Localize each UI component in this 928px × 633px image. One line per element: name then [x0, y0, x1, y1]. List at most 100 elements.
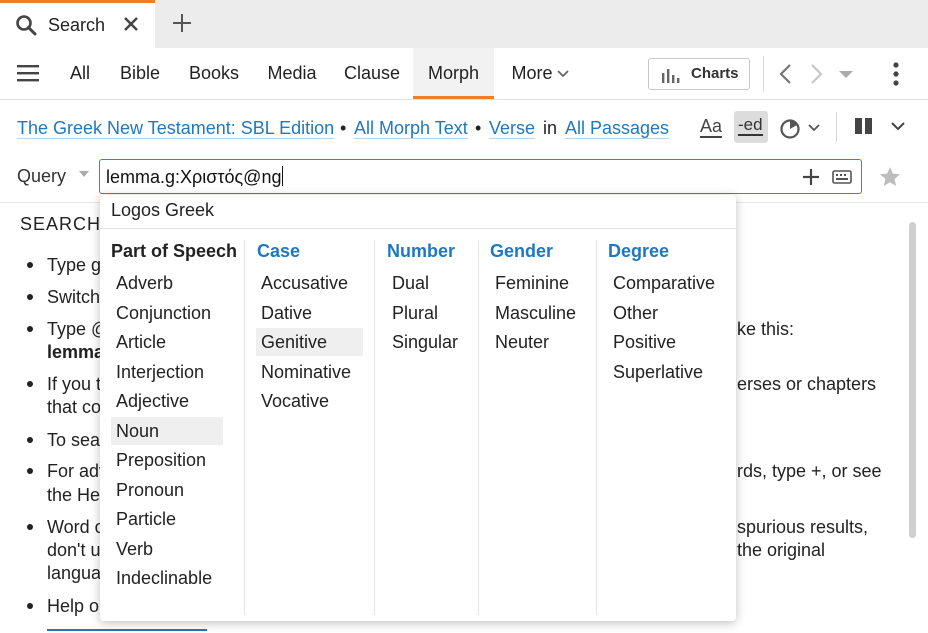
bullet [27, 468, 33, 474]
morph-option-indeclinable[interactable]: Indeclinable [111, 564, 223, 592]
tab-all[interactable]: All [58, 48, 102, 99]
search-icon [16, 15, 37, 36]
chevron-down-icon[interactable] [891, 122, 905, 131]
morph-option-pronoun[interactable]: Pronoun [111, 476, 223, 504]
morph-option-article[interactable]: Article [111, 328, 223, 356]
keyboard-icon[interactable] [832, 169, 852, 185]
match-forms-toggle[interactable]: -ed [734, 111, 768, 143]
bullet-separator: • [340, 118, 347, 138]
morph-option-singular[interactable]: Singular [387, 328, 467, 356]
column-heading: Degree [608, 241, 670, 261]
query-label: Query [17, 166, 67, 186]
search-options-icon[interactable] [778, 116, 802, 140]
charts-button[interactable]: Charts [648, 58, 750, 90]
popup-title: Logos Greek [111, 200, 215, 220]
search-nav-bar: All Bible Books Media Clause Morph More … [0, 48, 928, 100]
morph-option-comparative[interactable]: Comparative [608, 269, 728, 297]
help-line: rds, type +, or see [737, 461, 882, 481]
query-type-dropdown-icon[interactable] [78, 170, 90, 178]
morph-option-interjection[interactable]: Interjection [111, 358, 223, 386]
column-divider [478, 240, 479, 615]
morph-option-conjunction[interactable]: Conjunction [111, 299, 223, 327]
help-line: If you t [47, 374, 102, 394]
bullet [27, 437, 33, 443]
tab-bible[interactable]: Bible [110, 48, 170, 99]
charts-button-label: Charts [691, 65, 739, 82]
morph-option-superlative[interactable]: Superlative [608, 358, 728, 386]
bullet [27, 262, 33, 268]
morph-option-accusative[interactable]: Accusative [256, 269, 363, 297]
morph-option-positive[interactable]: Positive [608, 328, 728, 356]
chevron-down-icon[interactable] [808, 124, 820, 132]
scrollbar-thumb[interactable] [909, 222, 916, 538]
help-line: To sea [47, 430, 101, 450]
help-line: lemma [47, 342, 105, 362]
help-line: langua [47, 563, 102, 583]
morph-option-vocative[interactable]: Vocative [256, 387, 363, 415]
morph-option-genitive[interactable]: Genitive [256, 328, 363, 356]
column-divider [374, 240, 375, 615]
resource-link[interactable]: The Greek New Testament: SBL Edition [17, 118, 335, 139]
morph-option-feminine[interactable]: Feminine [490, 269, 586, 297]
morph-option-dative[interactable]: Dative [256, 299, 363, 327]
help-line: Word o [47, 517, 105, 537]
morph-option-adverb[interactable]: Adverb [111, 269, 223, 297]
help-line: Switch [47, 287, 101, 307]
unit-link[interactable]: Verse [489, 118, 536, 139]
column-heading: Gender [490, 241, 554, 261]
text-link[interactable]: All Morph Text [354, 118, 468, 139]
bullet-separator: • [475, 118, 482, 138]
match-case-icon[interactable]: Aa [700, 116, 723, 138]
range-link[interactable]: All Passages [565, 118, 670, 139]
divider [100, 228, 736, 229]
add-term-plus-icon[interactable] [801, 167, 821, 187]
tab-media[interactable]: Media [258, 48, 326, 99]
tab-books[interactable]: Books [180, 48, 248, 99]
bullet [27, 326, 33, 332]
more-options-icon[interactable] [886, 61, 906, 87]
divider [763, 56, 764, 92]
bar-chart-icon [662, 69, 680, 83]
help-link-fragment[interactable] [47, 629, 207, 631]
morph-option-verb[interactable]: Verb [111, 535, 223, 563]
divider [836, 112, 837, 142]
tab-morph[interactable]: Morph [413, 48, 494, 99]
forward-arrow-icon[interactable] [804, 62, 828, 86]
new-tab-plus-icon[interactable] [170, 11, 194, 35]
morph-option-other[interactable]: Other [608, 299, 728, 327]
morph-option-noun[interactable]: Noun [111, 416, 223, 445]
column-heading: Part of Speech [111, 241, 238, 261]
help-line: erses or chapters [737, 374, 877, 394]
history-dropdown-icon[interactable] [834, 62, 858, 86]
tab-clause[interactable]: Clause [336, 48, 408, 99]
morph-option-plural[interactable]: Plural [387, 299, 467, 327]
column-heading: Number [387, 241, 456, 261]
morph-option-preposition[interactable]: Preposition [111, 446, 223, 474]
bullet [27, 524, 33, 530]
help-line: ke this: [737, 319, 795, 339]
morph-option-adjective[interactable]: Adjective [111, 387, 223, 415]
query-input[interactable]: lemma.g:Χριστός@ng [99, 159, 862, 194]
morph-option-masculine[interactable]: Masculine [490, 299, 586, 327]
column-divider [244, 240, 245, 615]
morph-option-nominative[interactable]: Nominative [256, 358, 363, 386]
help-heading: SEARCH [20, 214, 102, 234]
morph-autocomplete-popup: Logos Greek Part of Speech Adverb Conjunct… [100, 195, 736, 621]
help-line: spurious results, [737, 517, 869, 537]
tab-more[interactable]: More [500, 48, 580, 99]
star-favorite-icon[interactable] [878, 165, 902, 189]
tab-strip: Search [0, 0, 928, 48]
match-forms-label: -ed [738, 115, 763, 136]
close-icon[interactable] [121, 14, 141, 34]
morph-option-dual[interactable]: Dual [387, 269, 467, 297]
tab-search[interactable]: Search [0, 0, 155, 48]
hamburger-menu-icon[interactable] [17, 63, 39, 83]
column-divider [596, 240, 597, 615]
text-caret [282, 166, 284, 186]
panel-layout-icon[interactable] [854, 116, 874, 136]
help-line: For adv [47, 461, 109, 481]
morph-option-neuter[interactable]: Neuter [490, 328, 586, 356]
help-line: don't u [47, 540, 101, 560]
back-arrow-icon[interactable] [774, 62, 798, 86]
morph-option-particle[interactable]: Particle [111, 505, 223, 533]
